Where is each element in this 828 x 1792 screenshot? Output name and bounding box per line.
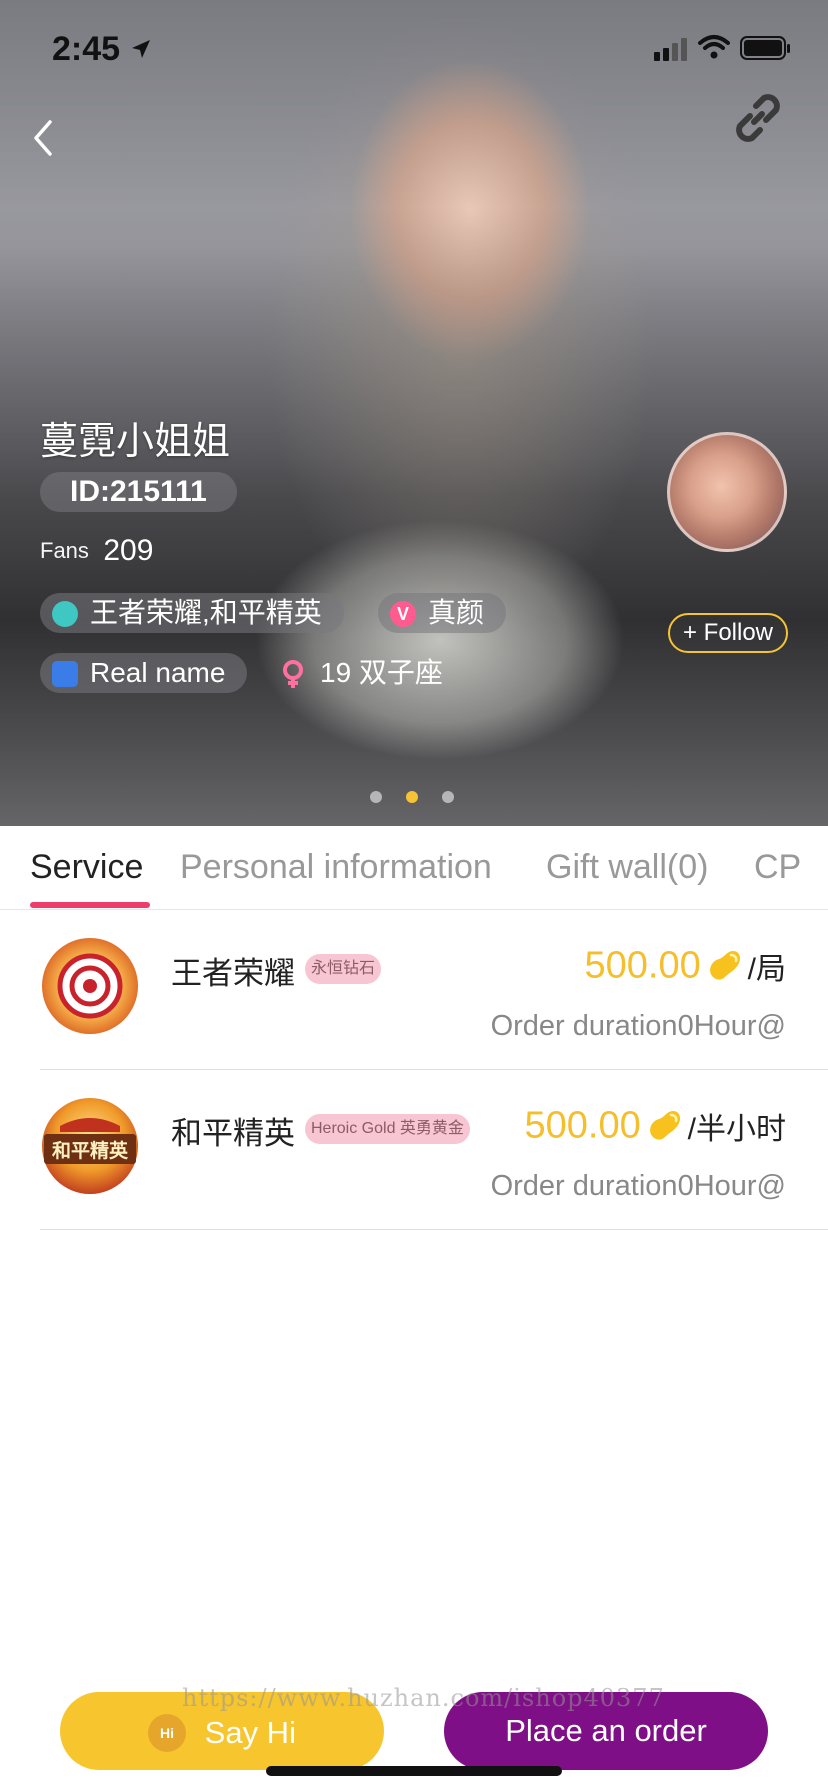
age-zodiac-label: 19 双子座 xyxy=(320,657,443,688)
follow-button[interactable]: + Follow xyxy=(668,613,788,653)
female-gender-icon xyxy=(283,660,303,688)
tab-gift-wall[interactable]: Gift wall(0) xyxy=(546,848,708,887)
back-chevron-icon[interactable] xyxy=(24,116,64,160)
service-price: 500.00 /半小时 xyxy=(525,1104,786,1148)
real-face-label: 真颜 xyxy=(428,597,485,628)
profile-tabs: Service Personal information Gift wall(0… xyxy=(0,826,828,910)
gold-bean-coin-icon xyxy=(650,1111,681,1140)
order-duration: Order duration0Hour@ xyxy=(490,1170,786,1202)
profile-id-badge: ID:215111 xyxy=(40,472,237,512)
carousel-dot[interactable] xyxy=(442,791,454,803)
carousel-dot-active[interactable] xyxy=(406,791,418,803)
carousel-dot[interactable] xyxy=(370,791,382,803)
price-unit: /半小时 xyxy=(687,1113,786,1146)
sound-wave-icon xyxy=(52,601,78,627)
rank-badge: Heroic Gold 英勇黄金 xyxy=(305,1114,470,1144)
rank-badge: 永恒钻石 xyxy=(305,954,382,984)
price-unit: /局 xyxy=(747,953,786,986)
service-price: 500.00 /局 xyxy=(585,944,786,988)
peacekeeper-elite-icon-text: 和平精英 xyxy=(52,1139,129,1162)
wifi-icon xyxy=(698,35,730,59)
cellular-signal-icon xyxy=(654,38,687,61)
service-item[interactable]: 和平精英 和平精英 Heroic Gold 英勇黄金 500.00 /半小时 O… xyxy=(0,1070,828,1230)
peacekeeper-elite-icon: 和平精英 xyxy=(42,1098,138,1194)
watermark-text: https://www.huzhan.com/ishop40377 xyxy=(182,1684,665,1712)
honor-of-kings-icon xyxy=(42,938,138,1034)
service-game-name: 王者荣耀 xyxy=(171,956,295,991)
profile-hero: 2:45 蔓霓小姐姐 ID:215111 Fans 209 王者荣耀,和平精英 … xyxy=(0,0,828,826)
tab-personal-information[interactable]: Personal information xyxy=(180,848,492,887)
service-item[interactable]: 王者荣耀 永恒钻石 500.00 /局 Order duration0Hour@ xyxy=(0,910,828,1070)
tab-service[interactable]: Service xyxy=(30,848,143,887)
gold-bean-coin-icon xyxy=(710,951,741,980)
battery-icon xyxy=(740,36,790,60)
say-hi-label: Say Hi xyxy=(204,1714,296,1750)
status-bar: 2:45 xyxy=(0,0,828,96)
divider xyxy=(40,1229,828,1230)
id-card-icon xyxy=(52,661,78,687)
tab-cp[interactable]: CP xyxy=(754,848,801,887)
active-tab-indicator xyxy=(30,902,150,908)
fans-value: 209 xyxy=(103,534,154,567)
status-time: 2:45 xyxy=(52,30,121,68)
games-tag-label: 王者荣耀,和平精英 xyxy=(90,597,322,628)
real-name-tag: Real name xyxy=(40,653,248,693)
hi-chat-bubble-icon: Hi xyxy=(148,1713,187,1752)
home-indicator xyxy=(266,1766,562,1776)
fans-label: Fans xyxy=(40,538,89,563)
age-zodiac-tag: 19 双子座 xyxy=(278,653,443,693)
games-tag: 王者荣耀,和平精英 xyxy=(40,593,344,633)
price-value: 500.00 xyxy=(524,1104,641,1147)
order-duration: Order duration0Hour@ xyxy=(490,1010,786,1042)
verified-v-icon: V xyxy=(390,601,416,627)
profile-nickname: 蔓霓小姐姐 xyxy=(40,421,231,463)
fans-count: Fans 209 xyxy=(40,534,153,568)
price-value: 500.00 xyxy=(584,944,701,987)
location-arrow-icon xyxy=(132,40,150,58)
real-face-tag: V 真颜 xyxy=(378,593,507,633)
avatar[interactable] xyxy=(667,432,787,552)
service-game-name: 和平精英 xyxy=(171,1116,295,1151)
share-link-icon[interactable] xyxy=(726,86,790,150)
carousel-dots xyxy=(370,790,478,808)
real-name-label: Real name xyxy=(90,657,226,688)
